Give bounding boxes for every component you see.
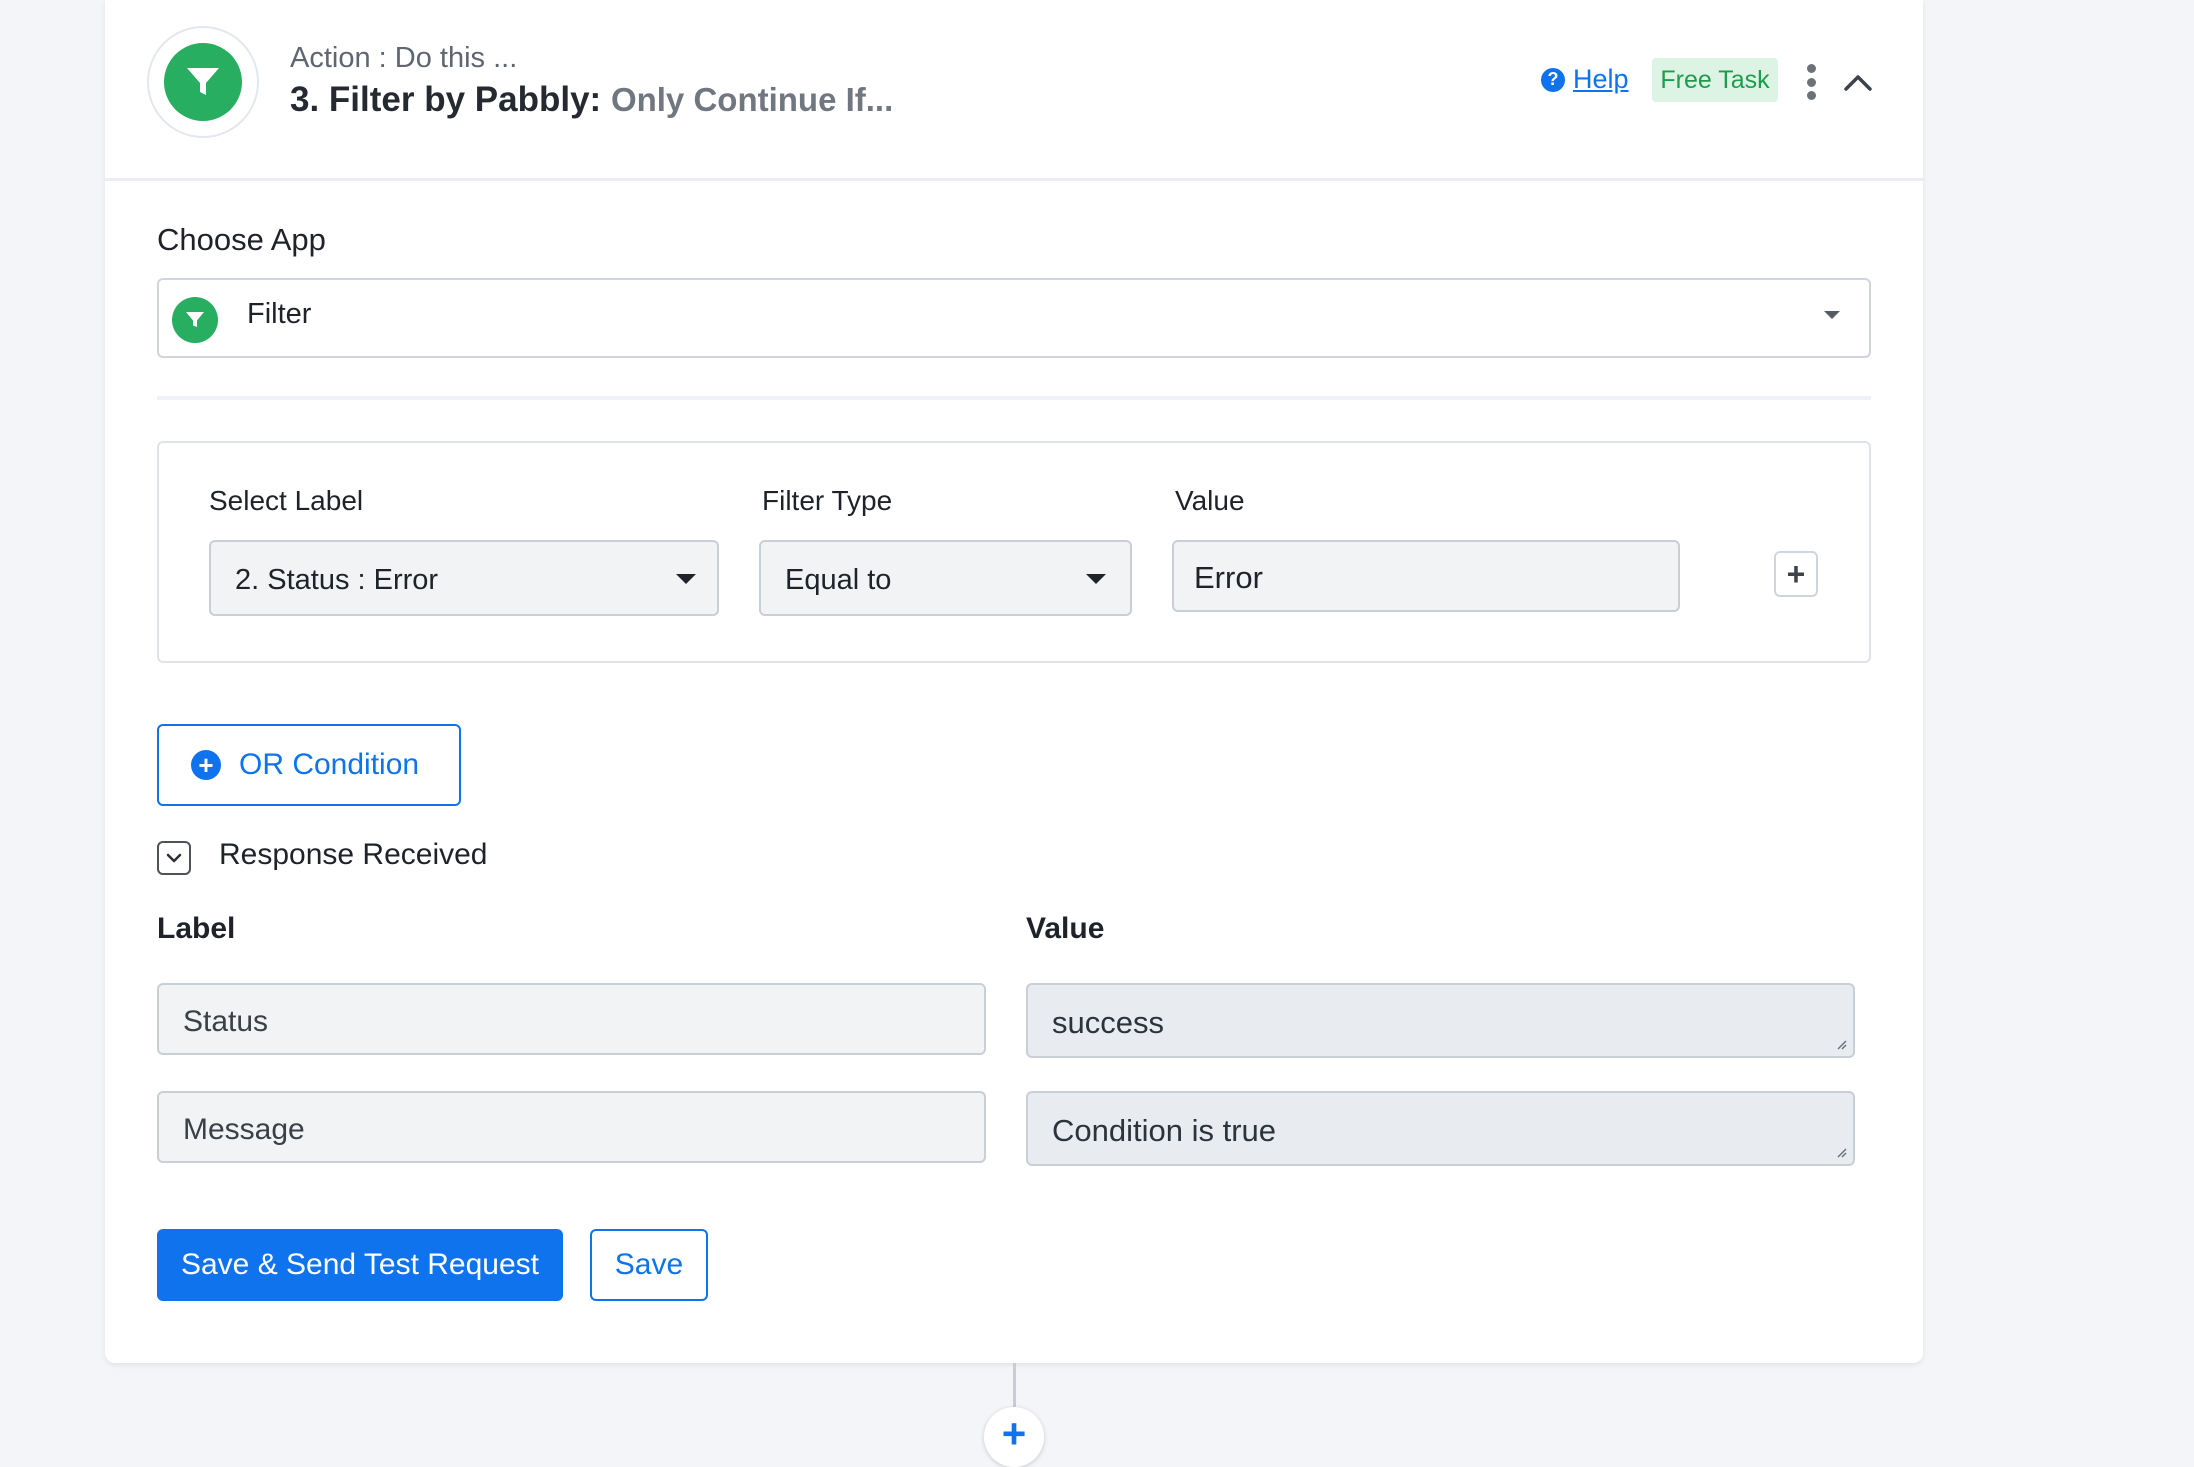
response-value-text: Condition is true <box>1052 1113 1277 1148</box>
step-title: 3. Filter by Pabbly: Only Continue If... <box>290 80 893 120</box>
select-label-header: Select Label <box>209 485 364 516</box>
select-label-value: 2. Status : Error <box>235 564 439 596</box>
select-label-dropdown[interactable]: 2. Status : Error <box>209 540 719 616</box>
response-title: Response Received <box>219 838 488 871</box>
plus-icon: + <box>1786 556 1806 592</box>
save-send-test-button[interactable]: Save & Send Test Request <box>157 1229 563 1301</box>
response-value-header: Value <box>1026 912 1105 945</box>
resize-handle-icon[interactable] <box>1835 1146 1847 1158</box>
add-condition-button[interactable]: + <box>1774 551 1818 597</box>
response-value-text: success <box>1052 1005 1164 1040</box>
caret-down-icon <box>676 574 696 584</box>
response-toggle[interactable] <box>157 841 191 875</box>
caret-down-icon <box>1824 311 1840 319</box>
app-logo <box>147 26 259 138</box>
filter-type-header: Filter Type <box>762 485 893 516</box>
response-label-field[interactable]: Message <box>157 1091 986 1163</box>
plus-circle-icon: + <box>191 750 221 780</box>
plus-icon: + <box>1001 1410 1027 1457</box>
filter-type-dropdown[interactable]: Equal to <box>759 540 1132 616</box>
add-step-button[interactable]: + <box>984 1407 1044 1467</box>
more-options-icon[interactable] <box>1804 64 1818 100</box>
caret-down-icon <box>1086 574 1106 584</box>
funnel-icon <box>172 297 218 343</box>
chevron-down-icon <box>166 853 182 863</box>
or-condition-label: OR Condition <box>239 748 420 781</box>
save-button[interactable]: Save <box>590 1229 708 1301</box>
help-label[interactable]: Help <box>1573 64 1629 95</box>
or-condition-button[interactable]: + OR Condition <box>157 724 461 806</box>
header-divider <box>105 178 1923 181</box>
step-title-text: 3. Filter by Pabbly: <box>290 80 602 119</box>
funnel-icon <box>187 68 219 95</box>
response-label-text: Status <box>183 1005 269 1038</box>
filter-type-value: Equal to <box>785 564 892 596</box>
help-link[interactable]: ? Help <box>1541 64 1629 95</box>
choose-app-select[interactable] <box>157 278 1871 358</box>
response-label-text: Message <box>183 1113 305 1146</box>
free-task-badge: Free Task <box>1652 58 1778 102</box>
response-value-field[interactable]: success <box>1026 983 1855 1058</box>
resize-handle-icon[interactable] <box>1835 1038 1847 1050</box>
condition-value-input[interactable]: Error <box>1172 540 1680 612</box>
value-header: Value <box>1175 485 1245 516</box>
choose-app-value: Filter <box>247 298 312 330</box>
response-label-header: Label <box>157 912 236 945</box>
step-subtitle: Action : Do this ... <box>290 42 518 74</box>
response-value-field[interactable]: Condition is true <box>1026 1091 1855 1166</box>
choose-app-label: Choose App <box>157 222 326 257</box>
step-description: Only Continue If... <box>610 81 894 118</box>
section-divider <box>157 396 1871 400</box>
response-label-field[interactable]: Status <box>157 983 986 1055</box>
condition-value-text: Error <box>1194 560 1263 595</box>
question-circle-icon: ? <box>1541 67 1565 92</box>
chevron-up-icon[interactable] <box>1842 70 1874 94</box>
